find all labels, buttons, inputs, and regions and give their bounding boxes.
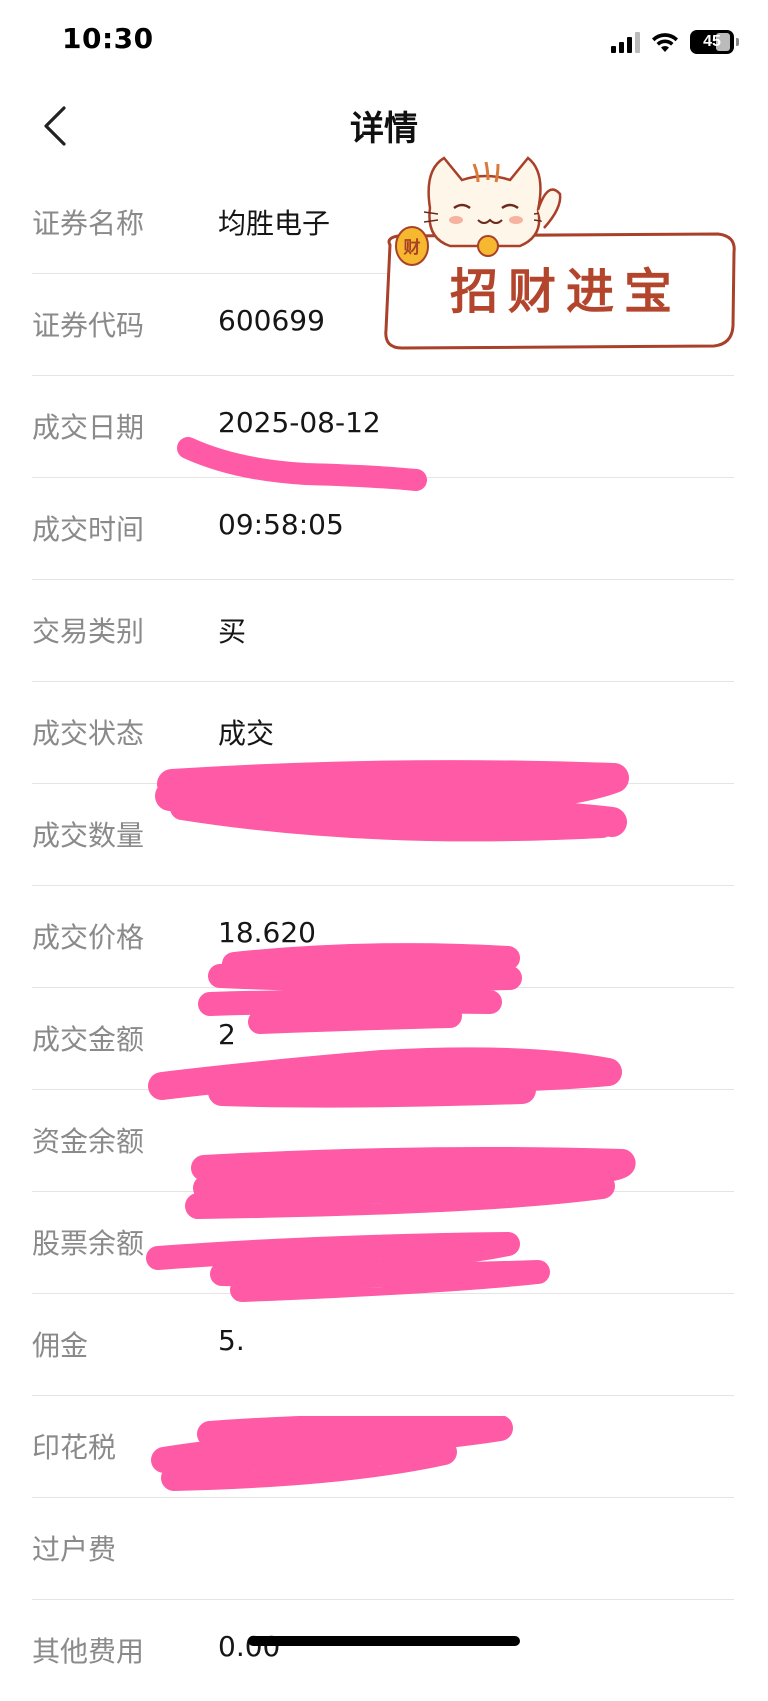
privacy-scribble	[148, 1047, 622, 1108]
row-label: 成交时间	[32, 513, 145, 546]
sticker-text: 招财进宝	[450, 264, 682, 320]
coin-text: 财	[403, 237, 421, 258]
wifi-icon	[652, 33, 678, 52]
row-label: 成交状态	[32, 717, 145, 750]
status-bar: 10:30 45	[0, 0, 768, 80]
cellular-signal-icon	[611, 31, 640, 53]
detail-row-other-fees: 其他费用 0.00	[32, 1600, 734, 1701]
row-label: 交易类别	[32, 615, 145, 648]
privacy-scribble	[185, 1147, 636, 1219]
home-indicator[interactable]	[248, 1636, 520, 1646]
privacy-scribble	[198, 943, 522, 1034]
row-label: 其他费用	[32, 1635, 145, 1668]
row-value: 买	[218, 615, 247, 648]
row-value: 成交	[218, 717, 275, 750]
row-label: 印花税	[32, 1431, 117, 1464]
page-title: 详情	[350, 109, 418, 149]
cat-icon	[427, 156, 542, 248]
row-value: 均胜电子	[218, 207, 331, 240]
row-label: 成交日期	[32, 411, 145, 444]
status-time: 10:30	[62, 22, 154, 55]
detail-row-transfer-fee: 过户费	[32, 1498, 734, 1600]
row-label: 证券代码	[32, 309, 145, 342]
row-label: 佣金	[32, 1329, 89, 1362]
row-value: 600699	[218, 304, 325, 337]
detail-row-trade-type: 交易类别 买	[32, 580, 734, 682]
row-label: 股票余额	[32, 1227, 145, 1260]
privacy-scribble	[146, 1232, 550, 1302]
battery-level: 45	[703, 33, 721, 50]
status-icons: 45	[611, 28, 739, 56]
row-value: 0.00	[218, 1630, 281, 1663]
row-label: 证券名称	[32, 207, 145, 240]
row-value: 5.	[218, 1324, 245, 1357]
bell-icon	[477, 235, 499, 257]
row-value: 09:58:05	[218, 508, 344, 541]
privacy-scribble	[155, 760, 629, 842]
row-label: 成交金额	[32, 1023, 145, 1056]
row-label: 资金余额	[32, 1125, 145, 1158]
battery-icon: 45	[690, 30, 739, 54]
privacy-scribble	[177, 437, 427, 491]
row-label: 过户费	[32, 1533, 117, 1566]
lucky-cat-sticker: 财 招财进宝	[378, 150, 753, 375]
privacy-scribble	[151, 1416, 513, 1491]
row-label: 成交价格	[32, 921, 145, 954]
row-label: 成交数量	[32, 819, 145, 852]
